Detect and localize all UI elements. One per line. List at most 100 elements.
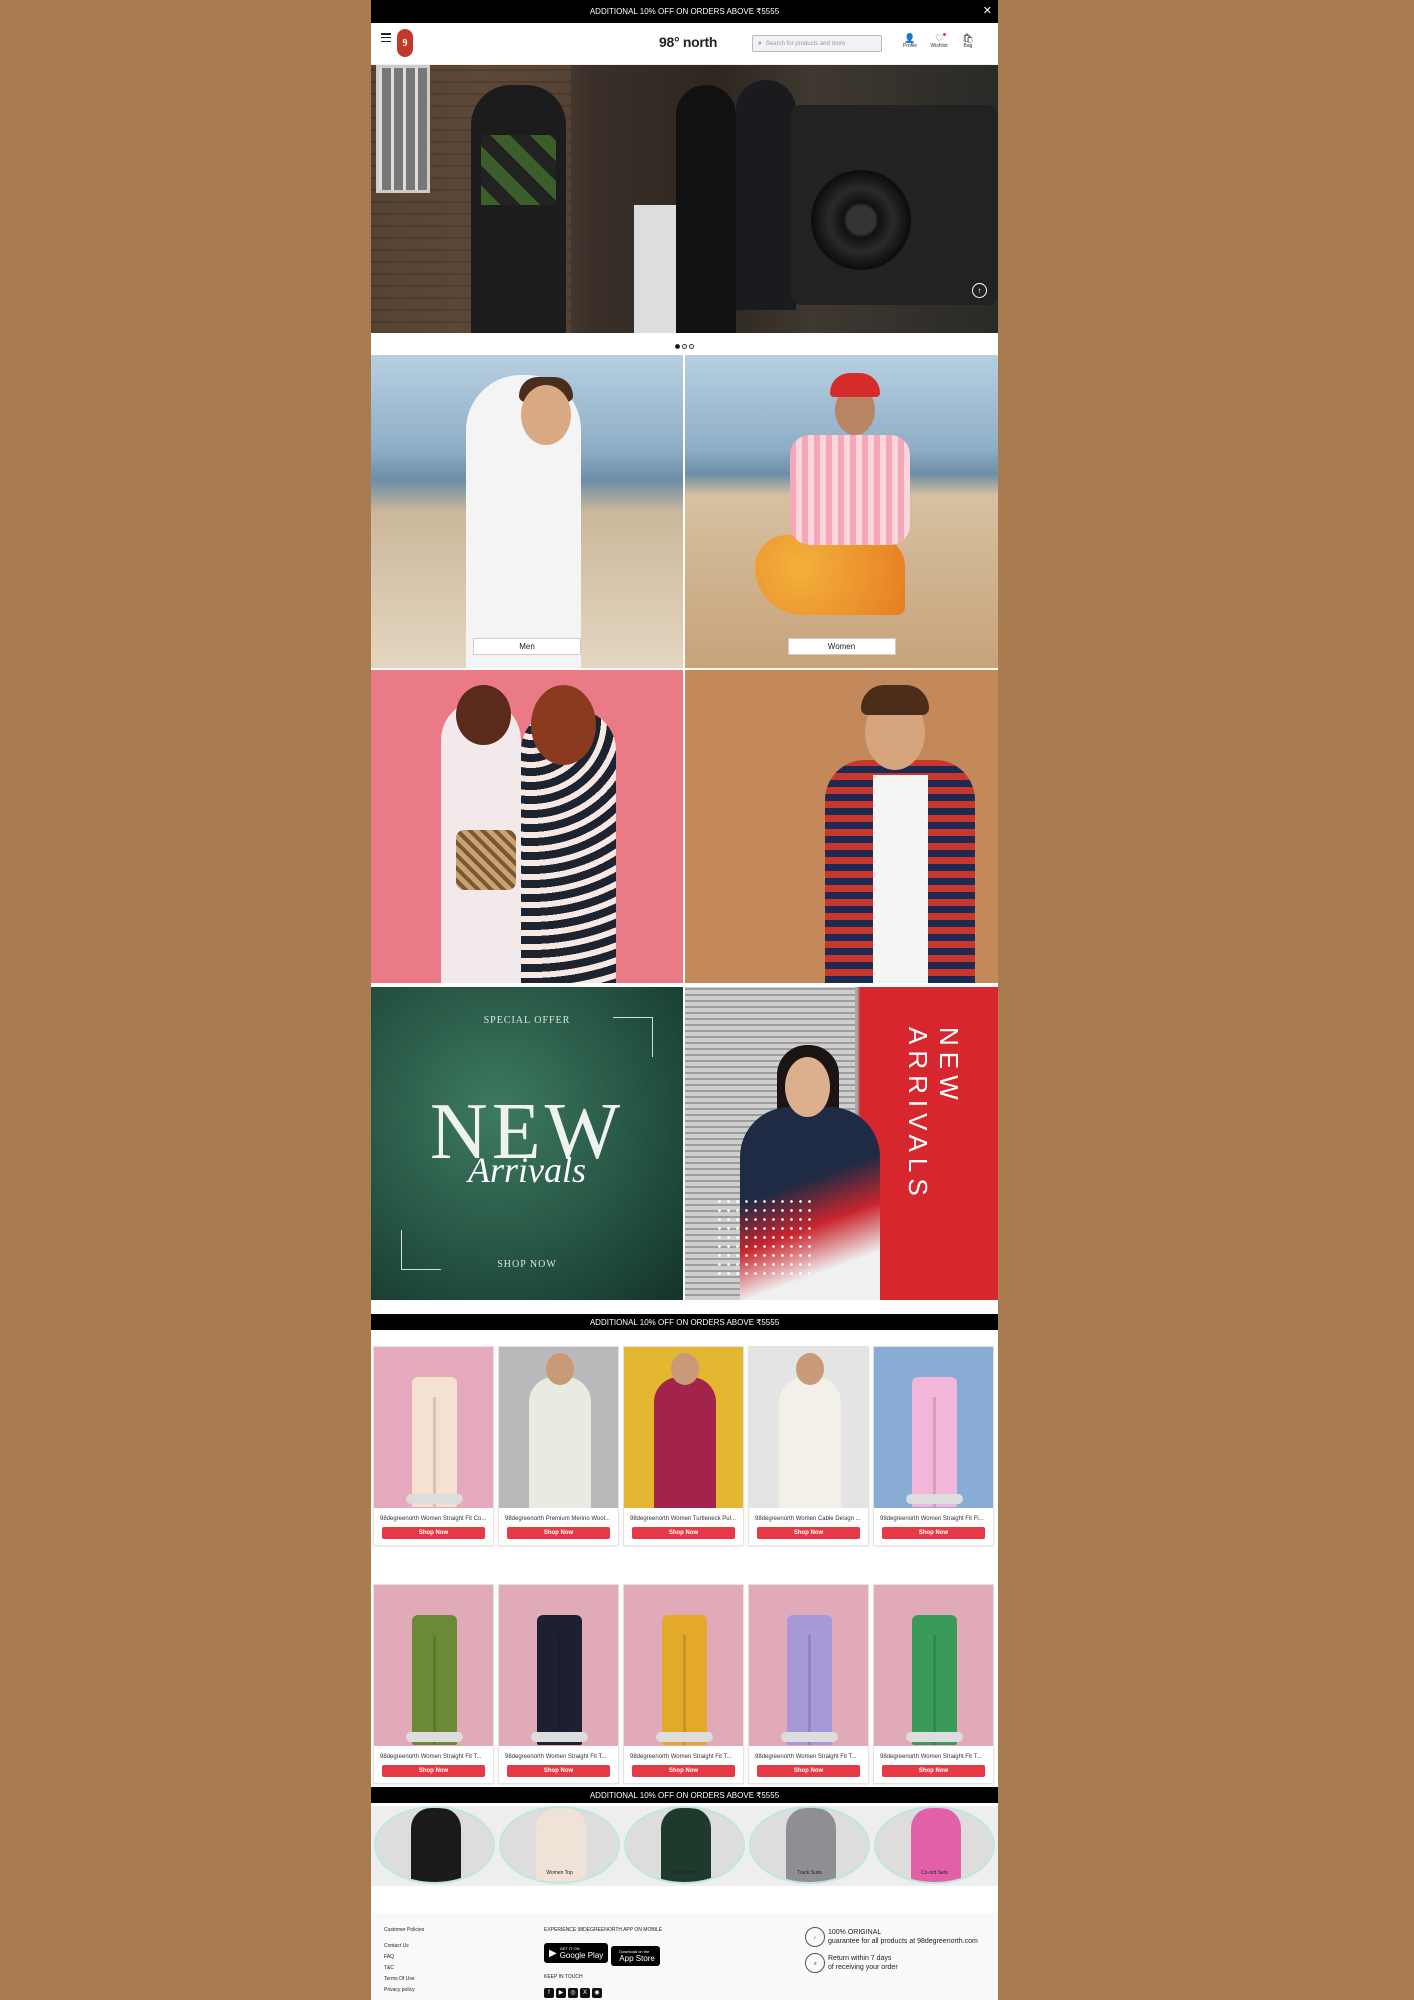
mid-promo-text: ADDITIONAL 10% OFF ON ORDERS ABOVE ₹5555 xyxy=(589,1317,780,1327)
footer-app: EXPERIENCE 98DEGREENORTH APP ON MOBILE ▶… xyxy=(544,1927,663,1998)
footer-link-terms[interactable]: Terms Of Use xyxy=(384,1974,424,1985)
category-circle[interactable]: Track Suits xyxy=(749,1806,870,1884)
instagram-icon[interactable]: ◉ xyxy=(592,1987,602,1998)
product-name[interactable]: 98degreenorth Women Straight Fit Fl... xyxy=(874,1508,993,1522)
new-arrivals-red-banner[interactable]: NEW ARRIVALS xyxy=(685,987,998,1300)
product-card[interactable]: 98degreenorth Premium Merino Wool... Shop… xyxy=(498,1346,619,1546)
product-card[interactable]: 98degreenorth Women Straight Fit Co... Sh… xyxy=(373,1346,494,1546)
youtube-icon[interactable]: ▶ xyxy=(556,1987,566,1998)
men-category-tile[interactable]: Men xyxy=(371,355,683,668)
product-row-2: 98degreenorth Women Straight Fit T... Sho… xyxy=(371,1584,998,1784)
shop-now-button[interactable]: Shop Now xyxy=(382,1527,485,1539)
product-name[interactable]: 98degreenorth Women Straight Fit T... xyxy=(749,1746,868,1760)
app-store-button[interactable]: Download on the App Store xyxy=(611,1945,660,1966)
shop-now-button[interactable]: Shop Now xyxy=(382,1765,485,1777)
threads-icon[interactable]: ◎ xyxy=(568,1987,578,1998)
hamburger-menu-icon[interactable] xyxy=(381,33,391,42)
category-circle-label: Co-ord Sets xyxy=(921,1870,948,1876)
carousel-dot-2[interactable] xyxy=(682,344,687,349)
new-arrivals-banner[interactable]: SPECIAL OFFER NEW Arrivals SHOP NOW xyxy=(371,987,683,1300)
scroll-up-icon[interactable]: ↑ xyxy=(972,283,987,298)
women-category-tile[interactable]: Women xyxy=(685,355,998,668)
product-name[interactable]: 98degreenorth Women Straight Fit T... xyxy=(874,1746,993,1760)
product-image[interactable] xyxy=(874,1347,993,1508)
product-image[interactable] xyxy=(374,1585,493,1746)
facebook-icon[interactable]: f xyxy=(544,1987,554,1998)
product-card[interactable]: 98degreenorth Women Straight Fit Fl... Sh… xyxy=(873,1346,994,1546)
hero-carousel[interactable]: ↑ xyxy=(371,65,998,333)
shop-now-button[interactable]: Shop Now xyxy=(507,1765,610,1777)
product-card[interactable]: 98degreenorth Women Straight Fit T... Sho… xyxy=(873,1584,994,1784)
product-card[interactable]: 98degreenorth Women Turtleneck Pul... Sho… xyxy=(623,1346,744,1546)
footer-link-faq[interactable]: FAQ xyxy=(384,1952,424,1963)
product-image[interactable] xyxy=(499,1585,618,1746)
keep-in-touch-heading: KEEP IN TOUCH xyxy=(544,1973,583,1980)
women-promo-tile[interactable] xyxy=(371,670,683,983)
category-circles: Women Bottom Women Top Men Bottom Track Sui… xyxy=(371,1806,998,1886)
shop-now-button[interactable]: Shop Now xyxy=(882,1527,985,1539)
category-circle[interactable]: Co-ord Sets xyxy=(874,1806,995,1884)
product-name[interactable]: 98degreenorth Women Straight Fit T... xyxy=(374,1746,493,1760)
arrivals-text: Arrivals xyxy=(467,1150,586,1190)
search-input[interactable]: ⌕ Search for products and more xyxy=(752,35,882,52)
category-circle-label: Women Bottom xyxy=(417,1870,452,1876)
product-image[interactable] xyxy=(624,1347,743,1508)
shop-now-button[interactable]: Shop Now xyxy=(882,1765,985,1777)
profile-icon: 👤 xyxy=(904,33,916,43)
product-name[interactable]: 98degreenorth Women Straight Fit T... xyxy=(499,1746,618,1760)
category-circle[interactable]: Men Bottom xyxy=(624,1806,745,1884)
shop-now-button[interactable]: Shop Now xyxy=(507,1527,610,1539)
brand-logo[interactable]: 98° north xyxy=(659,34,717,50)
category-circle[interactable]: Women Bottom xyxy=(374,1806,495,1884)
product-card[interactable]: 98degreenorth Women Straight Fit T... Sho… xyxy=(373,1584,494,1784)
search-placeholder: Search for products and more xyxy=(765,40,846,47)
footer-link-tnc[interactable]: T&C xyxy=(384,1963,424,1974)
men-promo-tile[interactable] xyxy=(685,670,998,983)
category-circle-label: Track Suits xyxy=(797,1870,822,1876)
hero-window xyxy=(376,65,430,193)
product-image[interactable] xyxy=(624,1585,743,1746)
brand-badge-logo[interactable]: 9 xyxy=(397,29,413,57)
social-links: f ▶ ◎ X ◉ xyxy=(544,1987,663,1998)
shop-now-button[interactable]: Shop Now xyxy=(632,1527,735,1539)
product-name[interactable]: 98degreenorth Women Straight Fit T... xyxy=(624,1746,743,1760)
product-image[interactable] xyxy=(499,1347,618,1508)
men-category-button[interactable]: Men xyxy=(473,638,581,655)
women-category-button[interactable]: Women xyxy=(787,638,896,655)
bag-icon: 🛍 xyxy=(962,33,974,43)
bag-button[interactable]: 🛍 Bag xyxy=(956,33,980,49)
product-card[interactable]: 98degreenorth Women Cable Design ... Shop… xyxy=(748,1346,869,1546)
profile-button[interactable]: 👤 Profile xyxy=(898,33,922,49)
mid-promo-bar: ADDITIONAL 10% OFF ON ORDERS ABOVE ₹5555 xyxy=(371,1314,998,1330)
x-icon[interactable]: X xyxy=(580,1987,590,1998)
footer-link-contact[interactable]: Contact Us xyxy=(384,1941,424,1952)
product-card[interactable]: 98degreenorth Women Straight Fit T... Sho… xyxy=(623,1584,744,1784)
product-image[interactable] xyxy=(874,1585,993,1746)
google-play-button[interactable]: ▶ GET IT ON Google Play xyxy=(544,1943,609,1963)
carousel-dot-3[interactable] xyxy=(689,344,694,349)
shop-now-button[interactable]: Shop Now xyxy=(757,1527,860,1539)
shop-now-button[interactable]: Shop Now xyxy=(632,1765,735,1777)
product-name[interactable]: 98degreenorth Women Straight Fit Co... xyxy=(374,1508,493,1522)
footer-link-privacy[interactable]: Privacy policy xyxy=(384,1985,424,1996)
bag-label: Bag xyxy=(963,43,973,49)
product-name[interactable]: 98degreenorth Women Turtleneck Pul... xyxy=(624,1508,743,1522)
carousel-dot-1[interactable] xyxy=(675,344,680,349)
product-image[interactable] xyxy=(374,1347,493,1508)
product-row-1: 98degreenorth Women Straight Fit Co... Sh… xyxy=(371,1346,998,1546)
hero-model-man-argyle xyxy=(471,85,566,333)
product-card[interactable]: 98degreenorth Women Straight Fit T... Sho… xyxy=(498,1584,619,1784)
top-promo-text: ADDITIONAL 10% OFF ON ORDERS ABOVE ₹5555 xyxy=(589,7,780,16)
close-icon[interactable]: ✕ xyxy=(983,4,992,17)
product-name[interactable]: 98degreenorth Premium Merino Wool... xyxy=(499,1508,618,1522)
google-play-label: Google Play xyxy=(559,1951,604,1960)
wishlist-button[interactable]: ♡ Wishlist xyxy=(927,33,951,49)
category-circle[interactable]: Women Top xyxy=(499,1806,620,1884)
shop-now-link[interactable]: SHOP NOW xyxy=(371,1259,683,1270)
product-card[interactable]: 98degreenorth Women Straight Fit T... Sho… xyxy=(748,1584,869,1784)
product-image[interactable] xyxy=(749,1585,868,1746)
app-store-label: App Store xyxy=(619,1953,655,1963)
product-name[interactable]: 98degreenorth Women Cable Design ... xyxy=(749,1508,868,1522)
product-image[interactable] xyxy=(749,1347,868,1508)
shop-now-button[interactable]: Shop Now xyxy=(757,1765,860,1777)
